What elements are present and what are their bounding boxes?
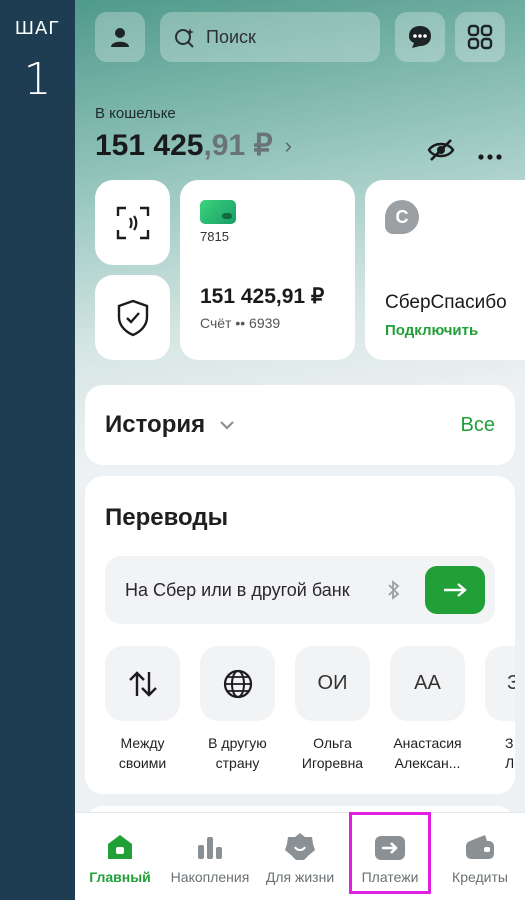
wallet-icon — [466, 835, 494, 859]
hide-balance-icon[interactable] — [427, 138, 455, 166]
tab-label: Для жизни — [265, 869, 335, 885]
chat-icon — [409, 26, 431, 48]
search-placeholder: Поиск — [206, 26, 256, 47]
tab-main[interactable]: Главный — [75, 813, 165, 900]
home-icon — [108, 835, 132, 859]
quick-transfer-contact[interactable]: З З Леон — [485, 646, 515, 773]
search-icon — [175, 28, 194, 48]
quick-label-line2: страну — [215, 755, 260, 771]
transfer-search-field[interactable]: На Сбер или в другой банк — [105, 556, 495, 624]
history-all-link[interactable]: Все — [461, 414, 495, 437]
quick-label-line1: Между — [120, 735, 165, 751]
quick-transfer-contact[interactable]: ОИ Ольга Игоревна — [295, 646, 370, 773]
quick-label-line2: Алексан... — [394, 755, 461, 771]
top-bar: Поиск — [95, 12, 525, 64]
security-button[interactable] — [95, 275, 170, 360]
shield-icon — [117, 299, 148, 336]
card-balance: 151 425,91 ₽ — [200, 285, 325, 308]
quick-label-line1: Анастасия — [393, 735, 462, 751]
payments-tab-highlight — [349, 812, 431, 894]
contact-avatar: З — [485, 646, 515, 721]
tab-lifestyle[interactable]: Для жизни — [255, 813, 345, 900]
tab-label: Накопления — [170, 869, 250, 885]
quick-label-line1: Ольга — [313, 735, 352, 751]
smile-star-icon — [285, 833, 315, 860]
search-input[interactable]: Поиск — [160, 12, 380, 62]
quick-transfer-contact[interactable]: АА Анастасия Алексан... — [390, 646, 465, 773]
quick-label-line1: З — [505, 735, 514, 751]
quick-label-line2: Леон — [505, 755, 515, 771]
transfers-section: Переводы На Сбер или в другой банк Между… — [85, 476, 515, 794]
chevron-right-icon: › — [284, 132, 292, 158]
quick-label-line1: В другую — [208, 735, 267, 751]
bottom-tab-bar: Главный Накопления Для жизни Платежи Кре… — [75, 812, 525, 900]
card-tile[interactable]: 7815 151 425,91 ₽ Счёт •• 6939 — [180, 180, 355, 360]
wallet-amount-decimal: ,91 ₽ — [203, 129, 273, 162]
history-section[interactable]: История Все — [85, 385, 515, 465]
arrows-icon — [105, 646, 180, 721]
nfc-pay-button[interactable] — [95, 180, 170, 265]
transfer-go-button[interactable] — [425, 566, 485, 614]
arrow-right-icon — [444, 583, 467, 597]
card-digits: 7815 — [200, 229, 229, 244]
sberspasibo-logo-icon: С — [385, 200, 419, 234]
wallet-label: В кошельке — [95, 105, 176, 122]
quick-transfer-abroad[interactable]: В другую страну — [200, 646, 275, 773]
bar-chart-icon — [198, 837, 222, 859]
phone-screen: Поиск В кошельке 151 425,91 ₽ › 7815 151… — [75, 0, 525, 900]
sberspasibo-connect-link[interactable]: Подключить — [385, 322, 525, 339]
transfers-title: Переводы — [105, 504, 229, 531]
menu-grid-button[interactable] — [455, 12, 505, 62]
grid-icon — [467, 24, 493, 50]
wallet-amount-main: 151 425 — [95, 128, 204, 162]
wallet-balance[interactable]: 151 425,91 ₽ › — [95, 128, 292, 163]
profile-button[interactable] — [95, 12, 145, 62]
quick-label-line2: Игоревна — [301, 755, 364, 771]
step-number: 1 — [23, 54, 52, 105]
chevron-down-icon[interactable] — [219, 420, 235, 430]
card-icon — [200, 200, 236, 224]
tab-label: Кредиты — [452, 869, 508, 885]
transfer-search-text: На Сбер или в другой банк — [125, 579, 350, 600]
tab-credits[interactable]: Кредиты — [435, 813, 525, 900]
chat-button[interactable] — [395, 12, 445, 62]
tab-label: Главный — [89, 869, 151, 885]
bluetooth-icon[interactable] — [387, 580, 401, 600]
profile-icon — [111, 28, 129, 47]
sberspasibo-title: СберСпасибо — [385, 292, 507, 313]
quick-label-line2: своими — [118, 755, 167, 771]
globe-icon — [200, 646, 275, 721]
contact-avatar: АА — [390, 646, 465, 721]
quick-transfer-between-own[interactable]: Между своими — [105, 646, 180, 773]
step-indicator: ШАГ 1 — [0, 0, 75, 900]
tab-savings[interactable]: Накопления — [165, 813, 255, 900]
step-label: ШАГ — [14, 18, 61, 39]
sberspasibo-tile[interactable]: С СберСпасибо Подключить — [365, 180, 525, 360]
card-account: Счёт •• 6939 — [200, 315, 281, 331]
nfc-scan-icon — [116, 206, 149, 239]
contact-avatar: ОИ — [295, 646, 370, 721]
history-title: История — [105, 411, 206, 438]
more-icon[interactable] — [478, 146, 502, 165]
